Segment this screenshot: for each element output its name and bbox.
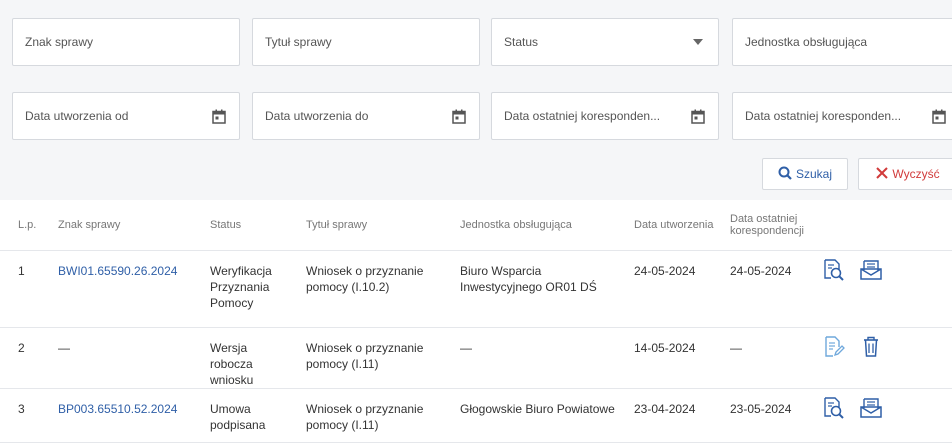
cell-created: 23-04-2024 xyxy=(626,388,722,443)
cell-lp: 3 xyxy=(0,388,50,443)
case-number-input[interactable]: Znak sprawy xyxy=(12,18,240,66)
cell-title: Wniosek o przyznanie pomocy (I.11) xyxy=(298,327,452,389)
calendar-icon[interactable] xyxy=(211,108,227,124)
cell-unit: — xyxy=(452,327,626,389)
cell-status: Wersja robocza wniosku xyxy=(202,327,298,389)
cell-actions xyxy=(811,250,952,328)
table-row: 3 BP003.65510.52.2024 Umowa podpisana Wn… xyxy=(0,388,952,443)
search-icon xyxy=(778,166,792,183)
calendar-icon[interactable] xyxy=(931,108,947,124)
col-header-lp: L.p. xyxy=(0,200,50,251)
cell-unit: Biuro Wsparcia Inwestycyjnego OR01 DŚ xyxy=(452,250,626,328)
calendar-icon[interactable] xyxy=(451,108,467,124)
case-title-placeholder: Tytuł sprawy xyxy=(265,35,332,49)
cell-last-corr: — xyxy=(722,327,812,389)
caret-down-icon xyxy=(690,34,706,50)
trash-icon[interactable] xyxy=(858,334,884,360)
col-header-created: Data utworzenia xyxy=(626,200,722,251)
cell-created: 24-05-2024 xyxy=(626,250,722,328)
case-number-placeholder: Znak sprawy xyxy=(25,35,94,49)
created-to-placeholder: Data utworzenia do xyxy=(265,109,369,123)
search-button[interactable]: Szukaj xyxy=(762,158,848,190)
cell-last-corr: 23-05-2024 xyxy=(722,388,812,443)
created-from-input[interactable]: Data utworzenia od xyxy=(12,92,240,140)
calendar-icon[interactable] xyxy=(690,108,706,124)
view-details-icon[interactable] xyxy=(820,257,846,283)
case-number-link[interactable]: BWI01.65590.26.2024 xyxy=(58,264,177,278)
table-header-row: L.p. Znak sprawy Status Tytuł sprawy Jed… xyxy=(0,200,952,251)
view-details-icon[interactable] xyxy=(820,395,846,421)
cell-case-number: BP003.65510.52.2024 xyxy=(50,388,202,443)
filter-panel: Znak sprawy Tytuł sprawy Status Jednostk… xyxy=(0,0,952,200)
table-row: 1 BWI01.65590.26.2024 Weryfikacja Przyzn… xyxy=(0,250,952,328)
last-corr-to-input[interactable]: Data ostatniej koresponden... xyxy=(732,92,952,140)
table-row: 2 — Wersja robocza wniosku Wniosek o prz… xyxy=(0,327,952,389)
col-header-title: Tytuł sprawy xyxy=(298,200,452,251)
last-corr-to-placeholder: Data ostatniej koresponden... xyxy=(745,109,902,123)
cell-last-corr: 24-05-2024 xyxy=(722,250,812,328)
cell-status: Weryfikacja Przyznania Pomocy xyxy=(202,250,298,328)
cell-lp: 1 xyxy=(0,250,50,328)
cell-title: Wniosek o przyznanie pomocy (I.11) xyxy=(298,388,452,443)
col-header-case-number: Znak sprawy xyxy=(50,200,202,251)
created-to-input[interactable]: Data utworzenia do xyxy=(252,92,480,140)
last-corr-from-input[interactable]: Data ostatniej koresponden... xyxy=(491,92,719,140)
status-placeholder: Status xyxy=(504,35,539,49)
message-icon[interactable] xyxy=(858,257,884,283)
message-icon[interactable] xyxy=(858,395,884,421)
cell-created: 14-05-2024 xyxy=(626,327,722,389)
cell-status: Umowa podpisana xyxy=(202,388,298,443)
cell-actions xyxy=(811,327,952,389)
col-header-actions xyxy=(811,200,952,251)
clear-button-label: Wyczyść xyxy=(892,167,940,181)
cell-actions xyxy=(811,388,952,443)
last-corr-from-placeholder: Data ostatniej koresponden... xyxy=(504,109,661,123)
unit-placeholder: Jednostka obsługująca xyxy=(745,35,868,49)
cell-case-number: — xyxy=(50,327,202,389)
col-header-status: Status xyxy=(202,200,298,251)
search-button-label: Szukaj xyxy=(795,167,833,181)
cell-case-number: BWI01.65590.26.2024 xyxy=(50,250,202,328)
cell-lp: 2 xyxy=(0,327,50,389)
case-title-input[interactable]: Tytuł sprawy xyxy=(252,18,480,66)
created-from-placeholder: Data utworzenia od xyxy=(25,109,129,123)
unit-input[interactable]: Jednostka obsługująca xyxy=(732,18,952,66)
cases-table: L.p. Znak sprawy Status Tytuł sprawy Jed… xyxy=(0,200,952,443)
cell-title: Wniosek o przyznanie pomocy (I.10.2) xyxy=(298,250,452,328)
status-select[interactable]: Status xyxy=(491,18,719,66)
edit-document-icon[interactable] xyxy=(820,334,846,360)
col-header-unit: Jednostka obsługująca xyxy=(452,200,626,251)
close-icon xyxy=(876,166,889,182)
col-header-last-corr: Data ostatniej korespondencji xyxy=(722,200,812,251)
cell-unit: Głogowskie Biuro Powiatowe xyxy=(452,388,626,443)
clear-button[interactable]: Wyczyść xyxy=(858,158,952,190)
case-number-link[interactable]: BP003.65510.52.2024 xyxy=(58,402,177,416)
